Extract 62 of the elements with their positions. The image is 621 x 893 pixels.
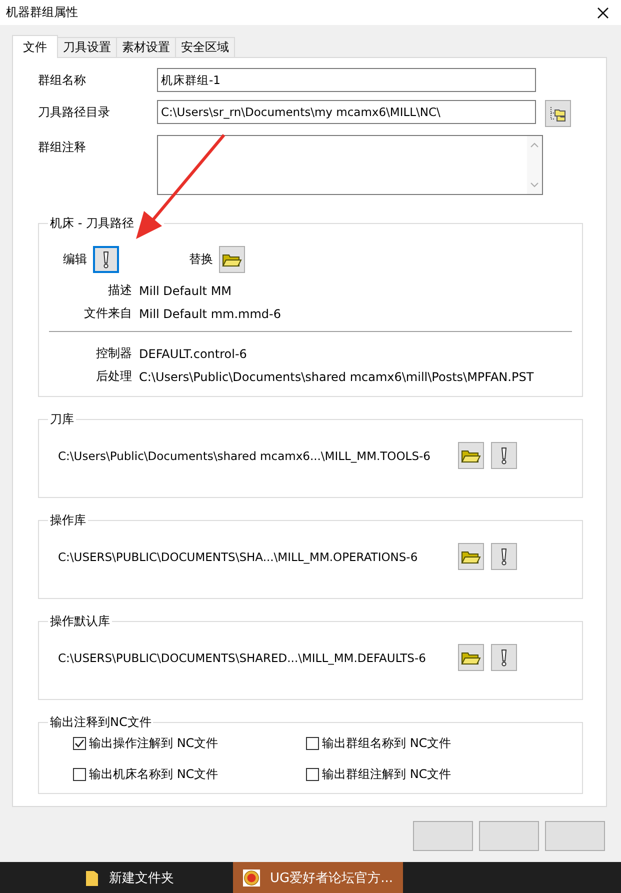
info-value: DEFAULT.control-6 [139, 346, 247, 360]
taskbar-item[interactable]: 新建文件夹 [0, 862, 233, 893]
info-label: 文件来自 [83, 305, 132, 322]
edit-button[interactable] [93, 246, 119, 273]
exclamation-icon [102, 250, 110, 268]
group-title: 操作默认库 [49, 613, 111, 630]
option-label: 输出机床名称到 NC文件 [89, 766, 218, 783]
edit-button[interactable] [491, 543, 517, 570]
library-path: C:\Users\Public\Documents\shared mcamx6...\MILL_MM.TOOLS-6 [58, 448, 432, 462]
info-label: 描述 [107, 282, 132, 299]
option-label: 输出群组注解到 NC文件 [322, 766, 452, 783]
scroll-bar[interactable] [527, 136, 542, 194]
info-value: Mill Default mm.mmd-6 [139, 306, 281, 320]
checkbox-option[interactable]: 输出操作注解到 NC文件 [73, 735, 306, 752]
window-title: 机器群组属性 [6, 4, 79, 21]
input-field[interactable]: C:\Users\sr_rn\Documents\my mcamx6\MILL\NC\ [157, 100, 536, 124]
browse-button[interactable] [545, 100, 571, 127]
field-label: 群组注释 [38, 139, 87, 156]
tab[interactable]: 文件 [12, 35, 58, 58]
info-label: 后处理 [95, 368, 132, 385]
checkbox-option[interactable]: 输出群组名称到 NC文件 [306, 735, 536, 752]
edit-button[interactable] [491, 644, 517, 671]
open-button[interactable] [458, 543, 484, 570]
option-label: 输出群组名称到 NC文件 [322, 735, 452, 752]
group-title: 输出注释到NC文件 [49, 714, 152, 731]
open-button[interactable] [458, 442, 484, 469]
checkbox-option[interactable]: 输出群组注解到 NC文件 [306, 766, 536, 783]
open-folder-icon [461, 650, 481, 666]
library-path: C:\USERS\PUBLIC\DOCUMENTS\SHA...\MILL_MM.OPERATIONS-6 [58, 550, 419, 564]
field-label: 群组名称 [38, 72, 87, 89]
edit-button[interactable] [491, 442, 517, 469]
folder-tree-icon [549, 104, 567, 122]
library-path: C:\USERS\PUBLIC\DOCUMENTS\SHARED...\MILL_MM.DEFAULTS-6 [58, 650, 427, 664]
field-label: 刀具路径目录 [38, 104, 111, 121]
checkbox-option[interactable]: 输出机床名称到 NC文件 [73, 766, 306, 783]
open-folder-icon [461, 448, 481, 464]
exclamation-icon [500, 648, 508, 666]
replace-button[interactable] [219, 246, 245, 273]
edit-label: 编辑 [63, 251, 87, 268]
info-label: 控制器 [95, 345, 132, 362]
checkbox[interactable] [73, 737, 86, 750]
exclamation-icon [500, 446, 508, 464]
checkbox[interactable] [306, 768, 319, 781]
open-button[interactable] [458, 644, 484, 671]
group-title: 刀库 [49, 411, 75, 428]
checkbox[interactable] [73, 768, 86, 781]
taskbar-item[interactable]: UG爱好者论坛官方... [233, 862, 403, 893]
folder-icon [85, 868, 99, 886]
input-field[interactable]: 机床群组-1 [157, 68, 536, 92]
tab[interactable]: 安全区域 [175, 37, 235, 57]
info-value: C:\Users\Public\Documents\shared mcamx6\mill\Posts\MPFAN.PST [139, 370, 534, 384]
option-label: 输出操作注解到 NC文件 [89, 735, 218, 752]
checkbox[interactable] [306, 737, 319, 750]
info-value: Mill Default MM [139, 284, 232, 298]
open-folder-icon [461, 548, 481, 564]
replace-label: 替换 [189, 251, 213, 268]
open-folder-icon [222, 252, 242, 268]
group-title: 操作库 [49, 512, 87, 529]
exclamation-icon [500, 548, 508, 566]
group-title: 机床 - 刀具路径 [49, 215, 135, 232]
close-icon[interactable] [597, 6, 609, 18]
comment-field[interactable] [157, 135, 543, 195]
